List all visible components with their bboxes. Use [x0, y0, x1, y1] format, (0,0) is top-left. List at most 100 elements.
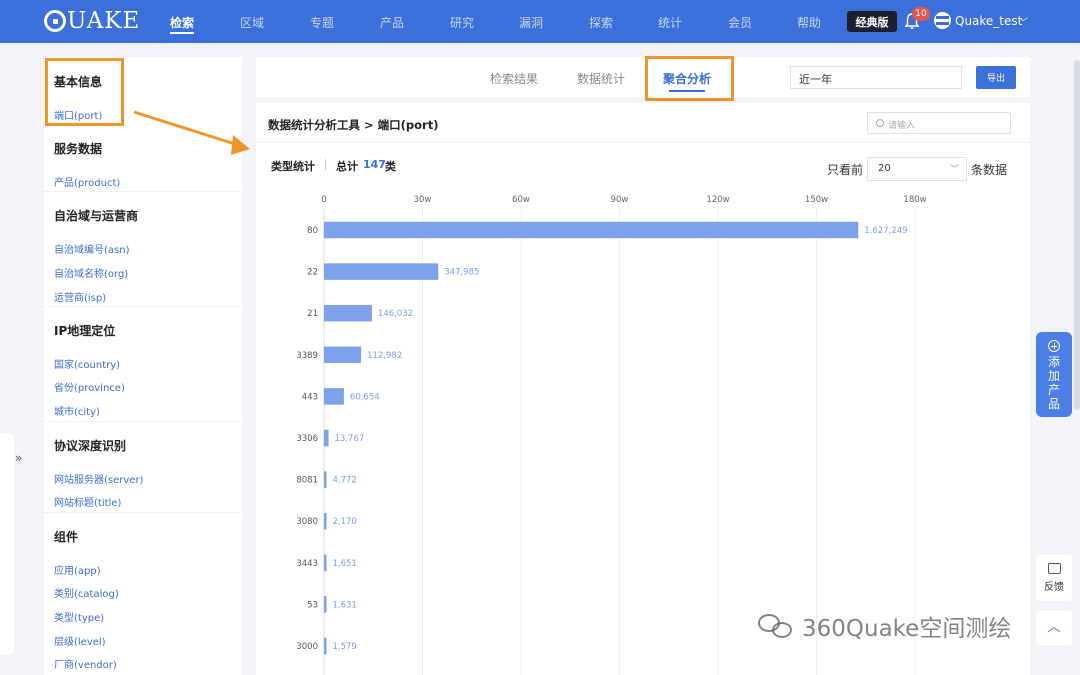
- classic-version-button[interactable]: 经典版: [847, 11, 897, 32]
- total-unit: 类: [385, 160, 396, 173]
- field-level[interactable]: 层级(level): [54, 633, 106, 648]
- field-province[interactable]: 省份(province): [54, 379, 125, 394]
- annotation-arrow: [133, 110, 250, 155]
- bar: [324, 471, 327, 488]
- nav-active-indicator: [170, 32, 194, 34]
- wechat-icon: [758, 612, 796, 640]
- data-label: 13,767: [335, 434, 365, 444]
- y-tick-label: 443: [302, 392, 318, 402]
- tab-data-stats[interactable]: 数据统计: [577, 70, 625, 87]
- y-tick-label: 3080: [296, 517, 318, 527]
- field-org[interactable]: 自治域名称(org): [54, 265, 128, 280]
- add-product-label: 添加产品: [1048, 355, 1061, 411]
- data-label: 1,579: [333, 642, 357, 652]
- search-icon: [876, 119, 884, 127]
- y-tick-label: 3389: [296, 351, 318, 361]
- sidebar-collapse-handle[interactable]: [0, 433, 14, 655]
- group-ip-geo: IP地理定位: [54, 324, 116, 338]
- data-label: 146,032: [378, 309, 413, 319]
- y-tick-label: 3306: [296, 434, 318, 444]
- y-tick-label: 3443: [296, 559, 318, 569]
- divider: [44, 421, 242, 422]
- bar: [324, 596, 327, 613]
- tab-search-results[interactable]: 检索结果: [490, 70, 538, 87]
- page-title: 数据统计分析工具 > 端口(port): [268, 118, 439, 132]
- field-vendor[interactable]: 厂商(vendor): [54, 656, 117, 671]
- total-count: 147: [363, 158, 386, 171]
- time-range-select[interactable]: 近一年: [790, 66, 962, 89]
- username[interactable]: Quake_test: [955, 14, 1022, 28]
- data-label: 2,170: [333, 517, 357, 527]
- separator: [325, 159, 326, 170]
- field-country[interactable]: 国家(country): [54, 356, 120, 371]
- bar: [324, 512, 327, 530]
- nav-item-explore[interactable]: 探索: [589, 14, 613, 31]
- search-input[interactable]: 请输入: [867, 112, 1011, 134]
- scrollbar[interactable]: [1074, 60, 1080, 410]
- watermark-text: 360Quake空间测绘: [802, 616, 1012, 642]
- nav-item-search[interactable]: 检索: [170, 14, 194, 31]
- data-label: 1,627,249: [864, 226, 907, 236]
- y-tick-label: 22: [307, 268, 318, 278]
- bar: [324, 388, 344, 405]
- quake-logo[interactable]: UAKE: [44, 8, 140, 34]
- double-chevron-right-icon[interactable]: »: [15, 451, 22, 465]
- divider: [44, 306, 242, 307]
- field-product[interactable]: 产品(product): [54, 174, 120, 189]
- logo-q-icon: [44, 10, 66, 32]
- chevron-up-icon[interactable]: ︿: [1036, 611, 1072, 645]
- bar: [324, 554, 327, 572]
- field-isp[interactable]: 运营商(isp): [54, 289, 106, 304]
- x-tick-label: 150w: [805, 195, 828, 205]
- nav-item-vuln[interactable]: 漏洞: [519, 14, 543, 31]
- add-product-button[interactable]: 添加产品: [1036, 332, 1072, 417]
- field-catalog[interactable]: 类别(catalog): [54, 585, 119, 600]
- feedback-button[interactable]: 反馈: [1036, 555, 1072, 601]
- field-type[interactable]: 类型(type): [54, 609, 104, 624]
- data-label: 60,654: [350, 392, 380, 402]
- nav-item-research[interactable]: 研究: [450, 14, 474, 31]
- nav-item-member[interactable]: 会员: [728, 14, 752, 31]
- field-city[interactable]: 城市(city): [54, 403, 100, 418]
- rows-label: 条数据: [971, 163, 1008, 177]
- export-button[interactable]: 导出: [976, 66, 1016, 89]
- field-server[interactable]: 网站服务器(server): [54, 471, 143, 486]
- y-tick-label: 21: [307, 309, 318, 319]
- data-label: 1,631: [333, 600, 357, 610]
- bar: [324, 346, 362, 364]
- logo-text: UAKE: [67, 8, 141, 34]
- only-see-label: 只看前: [827, 163, 864, 177]
- divider: [44, 512, 242, 513]
- highlight-box-aggregation: [645, 56, 734, 101]
- y-tick-label: 80: [307, 226, 318, 236]
- plus-circle-icon: [1048, 340, 1060, 352]
- data-label: 1,651: [333, 559, 357, 569]
- chevron-down-icon[interactable]: ﹀: [1018, 14, 1028, 29]
- divider: [256, 142, 1030, 143]
- chevron-down-icon[interactable]: ﹀: [950, 162, 959, 175]
- divider: [44, 191, 242, 192]
- avatar[interactable]: [934, 12, 951, 29]
- bar: [324, 221, 859, 239]
- field-asn[interactable]: 自治域编号(asn): [54, 241, 129, 256]
- feedback-icon: [1047, 563, 1061, 574]
- nav-item-topic[interactable]: 专题: [310, 14, 334, 31]
- type-stat-label: 类型统计: [271, 160, 315, 173]
- total-label: 总计: [336, 160, 358, 173]
- nav-item-stats[interactable]: 统计: [658, 14, 682, 31]
- y-tick-label: 3000: [296, 642, 318, 652]
- group-protocol: 协议深度识别: [54, 439, 127, 453]
- highlight-box-port: [45, 58, 124, 126]
- nav-item-region[interactable]: 区域: [240, 14, 264, 31]
- x-tick-label: 60w: [512, 195, 530, 205]
- x-tick-label: 30w: [414, 195, 432, 205]
- feedback-label: 反馈: [1044, 582, 1064, 593]
- bar: [324, 637, 327, 655]
- y-tick-label: 53: [307, 600, 318, 610]
- field-title[interactable]: 网站标题(title): [54, 494, 121, 509]
- nav-item-product[interactable]: 产品: [380, 14, 404, 31]
- bar: [324, 263, 439, 280]
- nav-item-help[interactable]: 帮助: [797, 14, 821, 31]
- field-app[interactable]: 应用(app): [54, 562, 101, 577]
- x-tick-label: 180w: [903, 195, 926, 205]
